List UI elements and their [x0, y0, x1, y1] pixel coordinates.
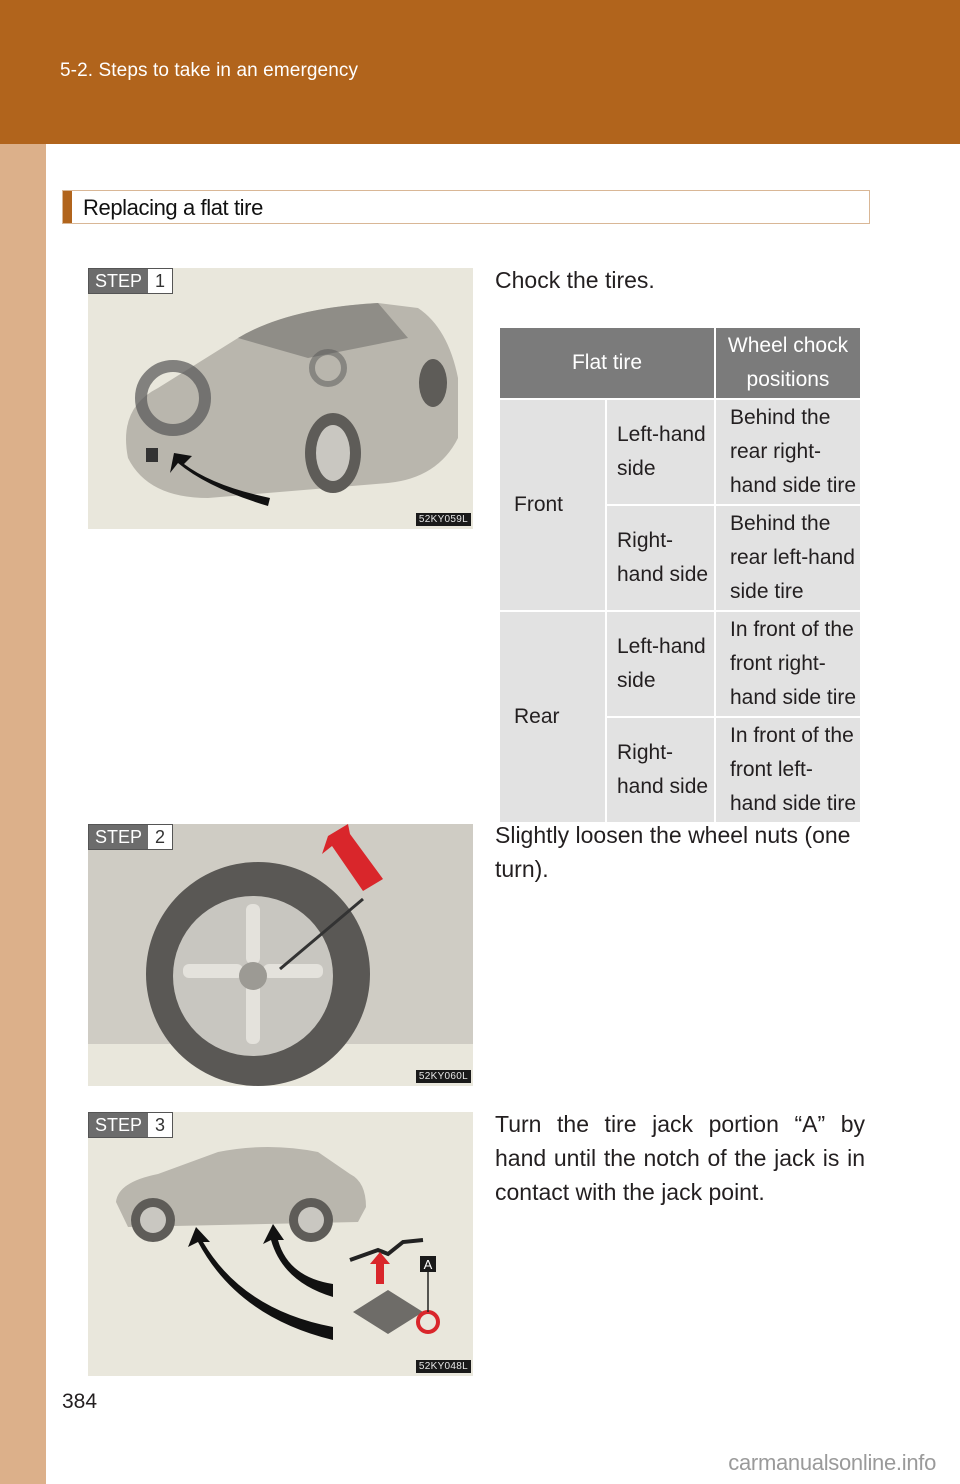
figure-code: 52KY060L	[415, 1070, 471, 1083]
group-cell: Front	[498, 398, 607, 612]
jack-position-illustration: A	[116, 1147, 440, 1340]
scissor-jack	[353, 1290, 423, 1334]
front-rim	[316, 425, 350, 481]
step-2-text: Slightly loosen the wheel nuts (one turn…	[495, 822, 851, 882]
group-cell: Rear	[498, 610, 607, 824]
wheel-chock	[146, 448, 158, 462]
step-number: 1	[148, 269, 173, 293]
table-header-row: Flat tire Wheel chock positions	[498, 326, 862, 400]
step-label: STEP	[89, 1113, 149, 1137]
side-cell: Right-hand side	[605, 716, 716, 824]
chapter-title: 5-2. Steps to take in an emergency	[60, 60, 359, 81]
step-1-text: Chock the tires.	[495, 267, 655, 293]
callout-label: A	[424, 1257, 433, 1272]
table-row: Rear Left-hand side In front of the fron…	[498, 610, 862, 824]
car-front-chock-illustration	[126, 303, 458, 506]
position-cell: Behind the rear left-hand side tire	[714, 504, 862, 612]
rear-rim	[298, 1207, 324, 1233]
section-heading: Replacing a flat tire	[62, 190, 870, 224]
watermark: carmanualsonline.info	[728, 1450, 936, 1475]
hub	[239, 962, 267, 990]
side-cell: Right-hand side	[605, 504, 716, 612]
position-cell: In front of the front right-hand side ti…	[714, 610, 862, 718]
header-wheel-chock-positions: Wheel chock positions	[714, 326, 862, 400]
step-number: 3	[148, 1113, 173, 1137]
figure-code: 52KY048L	[415, 1360, 471, 1373]
header-flat-tire: Flat tire	[498, 326, 716, 400]
step-1-illustration: STEP 1 52KY059L	[88, 268, 473, 529]
wheel-chock-table: Flat tire Wheel chock positions Front Le…	[498, 326, 862, 824]
step-2-illustration: STEP 2 52KY060L	[88, 824, 473, 1086]
wheel-nut-illustration	[88, 824, 473, 1086]
step-badge: STEP 2	[88, 824, 174, 850]
step-label: STEP	[89, 269, 149, 293]
rotate-arrow-icon	[416, 1310, 440, 1334]
up-arrow-icon	[370, 1252, 390, 1284]
step-3-text: Turn the tire jack portion “A” by hand u…	[495, 1111, 865, 1205]
side-cell: Left-hand side	[605, 610, 716, 718]
front-rim	[140, 1207, 166, 1233]
side-cell: Left-hand side	[605, 398, 716, 506]
page-number: 384	[62, 1390, 98, 1413]
section-accent-bar	[63, 191, 72, 223]
step-badge: STEP 1	[88, 268, 174, 294]
position-cell: Behind the rear right-hand side tire	[714, 398, 862, 506]
position-cell: In front of the front left-hand side tir…	[714, 716, 862, 824]
side-tab-strip	[0, 144, 46, 1484]
step-3-illustration: A STEP 3 52KY048L	[88, 1112, 473, 1376]
step-label: STEP	[89, 825, 149, 849]
step-badge: STEP 3	[88, 1112, 174, 1138]
table-row: Front Left-hand side Behind the rear rig…	[498, 398, 862, 612]
figure-code: 52KY059L	[415, 513, 471, 526]
section-title: Replacing a flat tire	[83, 195, 263, 220]
rear-wheel	[419, 359, 447, 407]
step-number: 2	[148, 825, 173, 849]
chapter-header: 5-2. Steps to take in an emergency	[0, 0, 960, 144]
jack-point	[349, 1238, 424, 1262]
